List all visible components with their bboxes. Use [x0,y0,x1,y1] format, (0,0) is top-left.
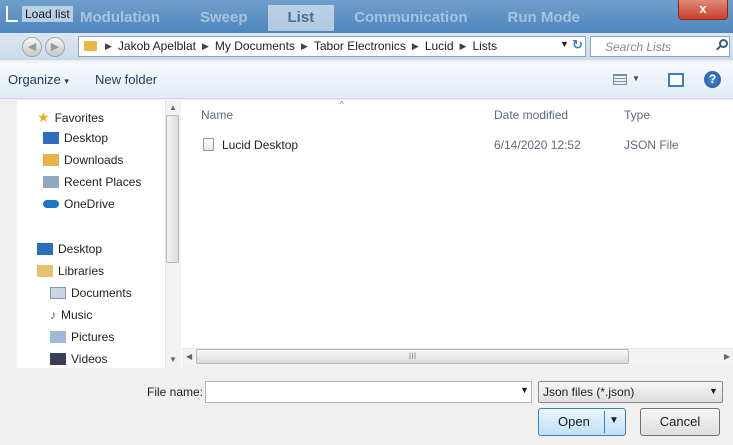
nav-item-label: Videos [71,352,108,366]
breadcrumb: ▶ Jakob Apelblat ▶ My Documents ▶ Tabor … [103,39,501,54]
nav-item-libraries[interactable]: Libraries [37,264,104,278]
breadcrumb-separator-icon: ▶ [300,41,308,51]
window-icon [6,6,18,22]
nav-item-pictures[interactable]: Pictures [50,330,114,344]
nav-item-desktop[interactable]: Desktop [43,131,108,145]
nav-item-label: Downloads [64,153,124,167]
nav-item-label: Pictures [71,330,115,344]
file-name-input[interactable] [205,381,532,403]
scroll-left-icon[interactable]: ◀ [186,352,192,361]
breadcrumb-item-lists[interactable]: Lists [468,39,501,54]
music-icon: ♪ [50,308,56,322]
horizontal-scroll-thumb[interactable]: III [196,349,629,364]
downloads-icon [43,154,59,166]
navigation-pane: ★ Favorites Desktop Downloads Recent Pla… [17,100,182,368]
organize-button[interactable]: Organize ▾ [8,72,69,87]
file-type: JSON File [624,138,679,152]
background-app-tabs: Modulation Sweep List Communication Run … [60,5,600,31]
nav-item-label: Desktop [58,242,103,256]
address-dropdown-icon[interactable]: ▼ [560,39,569,49]
videos-icon [50,353,66,365]
open-split-divider [604,411,605,433]
open-button-label: Open [558,414,590,429]
file-date-modified: 6/14/2020 12:52 [494,138,581,152]
file-name-dropdown-icon[interactable]: ▼ [520,385,529,395]
scroll-down-icon[interactable]: ▼ [169,355,177,364]
bg-tab-sweep: Sweep [199,9,248,26]
breadcrumb-item-tabor-electronics[interactable]: Tabor Electronics [310,39,410,54]
file-name[interactable]: Lucid Desktop [222,138,298,152]
search-input[interactable]: Search Lists [605,40,671,54]
column-header-date-modified[interactable]: Date modified [494,108,568,122]
nav-item-label: Music [61,308,93,322]
desktop-icon [37,243,53,255]
change-view-icon[interactable] [613,74,627,85]
breadcrumb-separator-icon: ▶ [411,41,419,51]
nav-item-label: Documents [71,286,132,300]
organize-label: Organize [8,72,61,87]
file-type-filter[interactable]: Json files (*.json) [538,381,723,403]
nav-item-recent-places[interactable]: Recent Places [43,175,141,189]
nav-item-label: Desktop [64,131,109,145]
libraries-icon [37,265,53,277]
bg-tab-modulation: Modulation [80,9,160,26]
forward-button[interactable]: ▶ [45,37,65,57]
bg-tab-run-mode: Run Mode [507,9,581,26]
nav-item-documents[interactable]: Documents [50,286,132,300]
preview-pane-icon[interactable] [668,73,684,87]
nav-item-label: Libraries [58,264,105,278]
window-title: Load list [22,6,73,22]
column-header-type[interactable]: Type [624,108,650,122]
nav-item-desktop-root[interactable]: Desktop [37,242,102,256]
refresh-icon[interactable]: ↻ [572,37,588,55]
desktop-icon [43,132,59,144]
scroll-up-icon[interactable]: ▲ [169,103,177,112]
bg-tab-list: List [267,5,335,31]
pictures-icon [50,331,66,343]
nav-item-favorites[interactable]: ★ Favorites [37,109,104,126]
breadcrumb-separator-icon: ▶ [459,41,467,51]
nav-item-label: Favorites [54,110,104,125]
back-arrow-icon: ◀ [27,41,37,53]
cloud-icon [43,200,59,208]
file-icon [203,138,214,151]
sort-indicator-icon: ^ [340,100,344,109]
bg-tab-communication: Communication [354,9,468,26]
help-icon[interactable]: ? [704,71,721,88]
nav-item-music[interactable]: ♪ Music [50,308,92,322]
recent-places-icon [43,176,59,188]
nav-scroll-thumb[interactable] [166,115,179,263]
breadcrumb-separator-icon: ▶ [105,41,112,51]
nav-item-label: OneDrive [64,197,115,211]
breadcrumb-item-user[interactable]: Jakob Apelblat [114,39,200,54]
new-folder-button[interactable]: New folder [95,72,157,87]
chevron-down-icon: ▾ [64,76,69,86]
open-dropdown-icon[interactable]: ▼ [609,415,619,426]
file-name-label: File name: [147,385,204,399]
breadcrumb-item-my-documents[interactable]: My Documents [211,39,299,54]
chevron-down-icon: ▼ [709,386,718,396]
star-icon: ★ [37,109,50,125]
view-dropdown-icon[interactable]: ▼ [632,74,640,83]
back-button[interactable]: ◀ [22,37,42,57]
breadcrumb-separator-icon: ▶ [201,41,209,51]
nav-item-onedrive[interactable]: OneDrive [43,197,115,211]
close-button[interactable]: x [678,0,728,20]
breadcrumb-item-lucid[interactable]: Lucid [421,39,458,54]
folder-icon [84,41,97,51]
column-header-name[interactable]: Name [201,108,233,122]
cancel-button[interactable]: Cancel [640,408,720,436]
scroll-right-icon[interactable]: ▶ [724,352,730,361]
nav-item-videos[interactable]: Videos [50,352,107,366]
nav-item-label: Recent Places [64,175,142,189]
nav-item-downloads[interactable]: Downloads [43,153,123,167]
documents-icon [50,287,66,299]
forward-arrow-icon: ▶ [50,41,60,53]
